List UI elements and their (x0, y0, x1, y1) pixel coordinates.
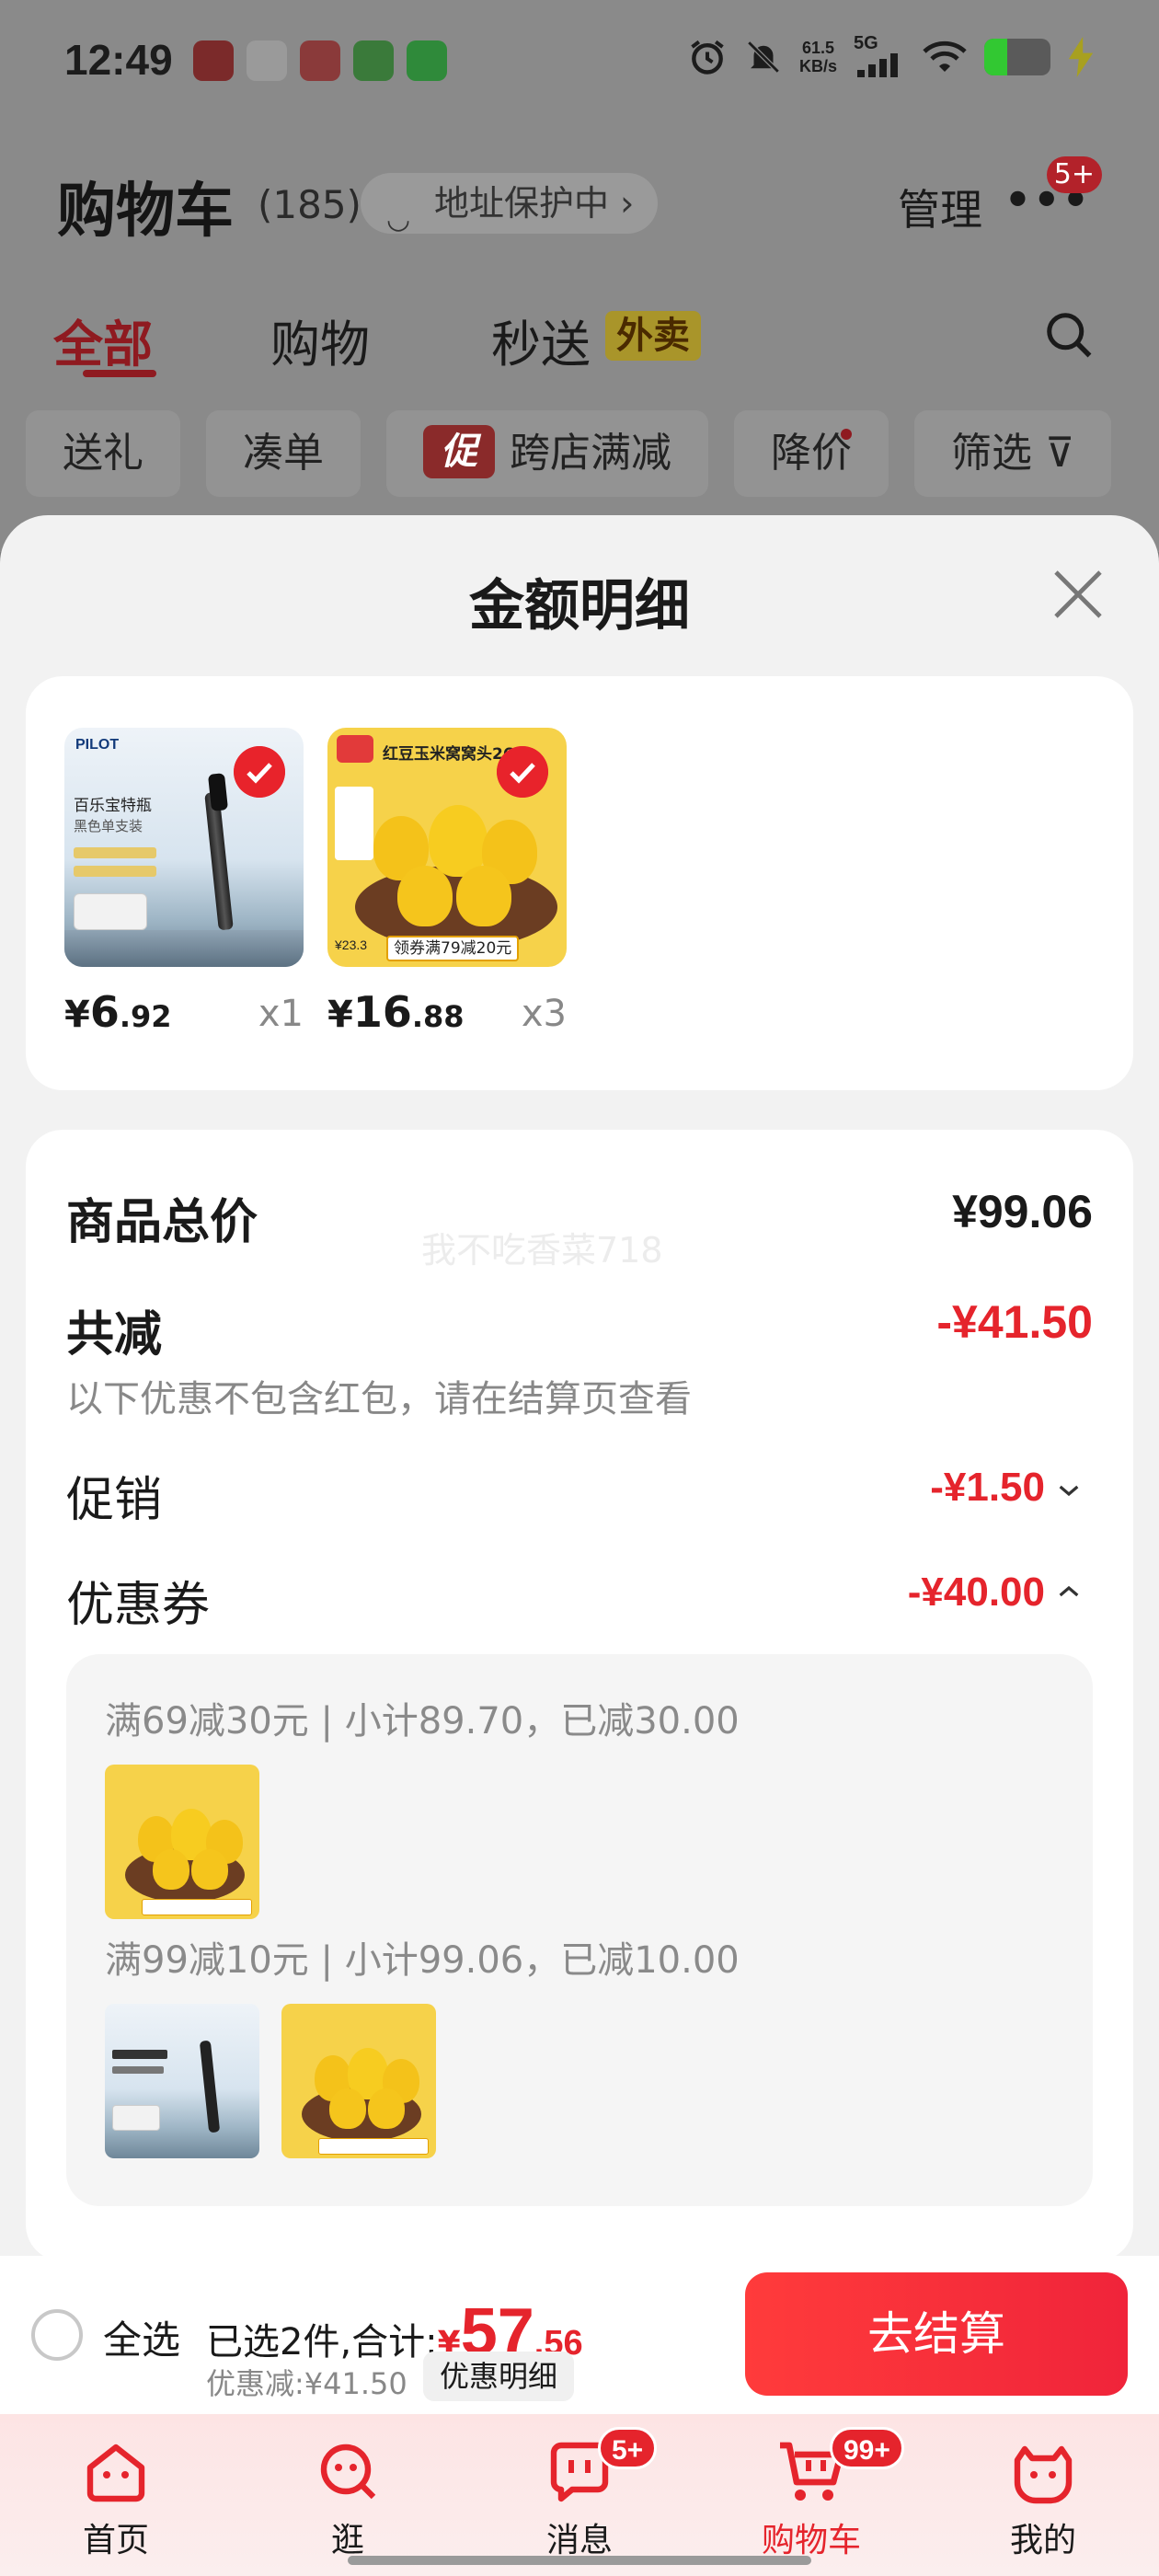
product-price: ¥16.88 (327, 987, 465, 1037)
background-page: 12:49 61.5 KB/s 5G 购物车 (185) ◡ 地址保护中 › 管… (0, 0, 1159, 552)
product-qty: x3 (521, 993, 567, 1035)
coupon-rule: 满99减10元 | 小计99.06，已减10.00 (105, 1939, 740, 1982)
filter-row: 送礼 凑单 促跨店满减 降价 筛选 ⊽ (26, 410, 1159, 497)
price-summary: 商品总价 ¥99.06 我不吃香菜718 共减 -¥41.50 以下优惠不包含红… (26, 1130, 1133, 2261)
coupon-product-thumb (105, 1765, 259, 1919)
app-notification-icon (300, 40, 340, 81)
app-notification-icon (193, 40, 234, 81)
bottom-tab-bar: 首页 逛 消息 5+ 购物车 99+ 我的 (0, 2414, 1159, 2576)
total-price-label: 商品总价 (66, 1195, 258, 1250)
manage-button[interactable]: 管理 (898, 177, 982, 237)
chevron-down-icon[interactable] (1054, 1476, 1084, 1505)
message-badge: 5+ (598, 2427, 658, 2469)
reduce-label: 共减 (66, 1307, 163, 1363)
address-protect-pill[interactable]: ◡ 地址保护中 › (361, 173, 659, 236)
mute-icon (747, 40, 780, 74)
funnel-icon: ⊽ (1045, 430, 1075, 477)
checkout-button[interactable]: 去结算 (745, 2272, 1128, 2396)
checked-icon[interactable] (234, 746, 285, 798)
status-app-icons (193, 40, 447, 81)
cart-header: 购物车 (185) ◡ 地址保护中 › 管理 ••• 5+ (57, 156, 1102, 248)
filter-cross-store[interactable]: 促跨店满减 (386, 410, 708, 497)
app-notification-icon (247, 40, 287, 81)
reduce-value: -¥41.50 (936, 1296, 1093, 1348)
reduce-note: 以下优惠不包含红包，请在结算页查看 (66, 1378, 692, 1420)
profile-icon (1014, 2445, 1073, 2504)
coupon-rule: 满69减30元 | 小计89.70，已减30.00 (105, 1700, 740, 1742)
checkout-bar: 全选 已选2件,合计:¥57.56 优惠减:¥41.50 优惠明细 去结算 (0, 2256, 1159, 2414)
sheet-title: 金额明细 (469, 574, 690, 638)
watermark: 我不吃香菜718 (421, 1230, 663, 1271)
tab-cart[interactable]: 购物车 99+ (729, 2427, 904, 2561)
tab-profile[interactable]: 我的 (960, 2434, 1126, 2561)
tab-underline (83, 370, 156, 377)
promo-value[interactable]: -¥1.50 (930, 1465, 1045, 1511)
amount-detail-sheet: 金额明细 PILOT 百乐宝特瓶 黑色单支装 ¥6.92 x1 红豆玉米窝窝头2… (0, 515, 1159, 2263)
filter-more[interactable]: 筛选 ⊽ (914, 410, 1112, 497)
tab-browse[interactable]: 逛 (265, 2434, 430, 2561)
waimai-badge: 外卖 (605, 311, 701, 361)
tab-messages[interactable]: 消息 5+ (497, 2427, 662, 2561)
discount-detail-button[interactable]: 优惠明细 (423, 2352, 575, 2401)
filter-price-drop[interactable]: 降价 (734, 410, 889, 497)
status-right: 61.5 KB/s 5G (687, 33, 1095, 77)
wifi-icon (923, 40, 967, 72)
home-indicator (348, 2556, 811, 2565)
close-icon[interactable] (1045, 561, 1111, 627)
chevron-up-icon[interactable] (1054, 1577, 1084, 1606)
smile-icon: ◡ (386, 203, 411, 236)
total-price-value: ¥99.06 (952, 1186, 1093, 1237)
tab-home[interactable]: 首页 (33, 2434, 199, 2561)
product-qty: x1 (258, 993, 304, 1035)
page-title: 购物车 (57, 178, 234, 246)
alarm-icon (691, 40, 724, 75)
tab-all[interactable]: 全部 (53, 304, 153, 376)
promo-label: 促销 (66, 1473, 163, 1528)
product-item[interactable]: PILOT 百乐宝特瓶 黑色单支装 ¥6.92 x1 (64, 728, 304, 1042)
select-all-label[interactable]: 全选 (103, 2309, 180, 2365)
coupon-label: 优惠券 (66, 1578, 211, 1633)
battery-icon (984, 39, 1050, 75)
product-price: ¥6.92 (64, 987, 172, 1037)
promo-tag: 促 (423, 425, 495, 478)
network-speed: 61.5 KB/s (798, 39, 837, 75)
wechat-icon (407, 40, 447, 81)
category-tabs: 全部 购物 秒送 外卖 (53, 304, 1106, 377)
status-time: 12:49 (64, 36, 173, 84)
product-item[interactable]: 红豆玉米窝窝头260g ¥23.3 领券满79减20元 ¥16.88 x3 (327, 728, 567, 1042)
tab-shopping[interactable]: 购物 (270, 304, 370, 376)
new-dot (841, 429, 852, 440)
cart-count: (185) (258, 182, 361, 227)
status-bar: 12:49 61.5 KB/s 5G (0, 0, 1159, 129)
checked-icon[interactable] (497, 746, 548, 798)
selected-products: PILOT 百乐宝特瓶 黑色单支装 ¥6.92 x1 红豆玉米窝窝头260g ¥… (26, 676, 1133, 1090)
charging-icon (1068, 37, 1094, 77)
tab-instant[interactable]: 秒送 (491, 304, 591, 376)
coupon-detail-box: 满69减30元 | 小计89.70，已减30.00 满99减10元 | 小计99… (66, 1654, 1093, 2206)
coupon-value[interactable]: -¥40.00 (908, 1570, 1045, 1616)
app-notification-icon (353, 40, 394, 81)
more-badge: 5+ (1046, 156, 1102, 193)
select-all-checkbox[interactable] (31, 2309, 83, 2361)
coupon-product-thumb (105, 2004, 259, 2158)
discount-amount: 优惠减:¥41.50 (206, 2366, 407, 2401)
filter-gift[interactable]: 送礼 (26, 410, 180, 497)
search-icon[interactable] (1041, 307, 1096, 362)
home-icon (86, 2444, 145, 2502)
filter-bundle[interactable]: 凑单 (206, 410, 361, 497)
cart-badge: 99+ (830, 2427, 904, 2469)
coupon-product-thumb (281, 2004, 436, 2158)
signal-icon: 5G (854, 33, 905, 77)
browse-icon (320, 2444, 376, 2500)
